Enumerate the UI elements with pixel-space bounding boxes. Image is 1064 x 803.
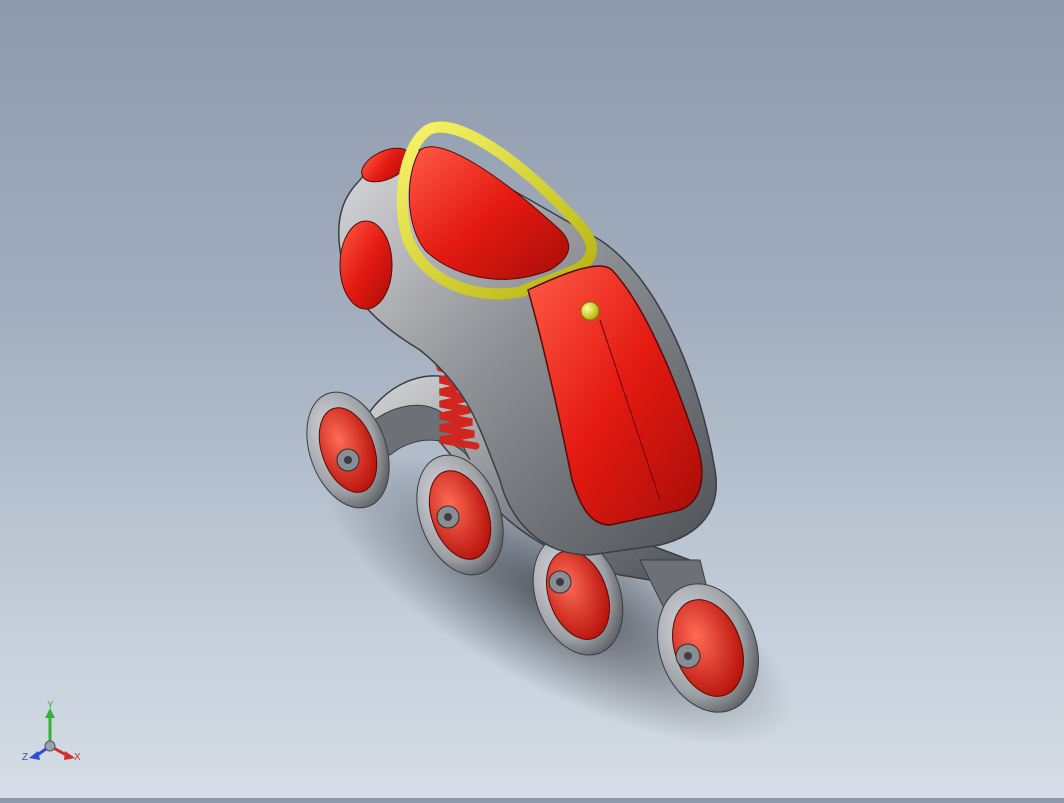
model-canvas[interactable] [0, 0, 1064, 798]
triad-z-label: Z [22, 752, 28, 763]
triad-y-label: Y [47, 700, 54, 711]
coordinate-triad[interactable]: Y X Z [18, 700, 88, 772]
z-axis-head-icon [29, 751, 40, 760]
triad-origin [44, 740, 56, 752]
heel-cap[interactable] [339, 220, 393, 310]
graphics-viewport[interactable]: Y X Z [0, 0, 1064, 798]
buckle-knob[interactable] [580, 301, 600, 321]
triad-x-label: X [74, 752, 81, 763]
